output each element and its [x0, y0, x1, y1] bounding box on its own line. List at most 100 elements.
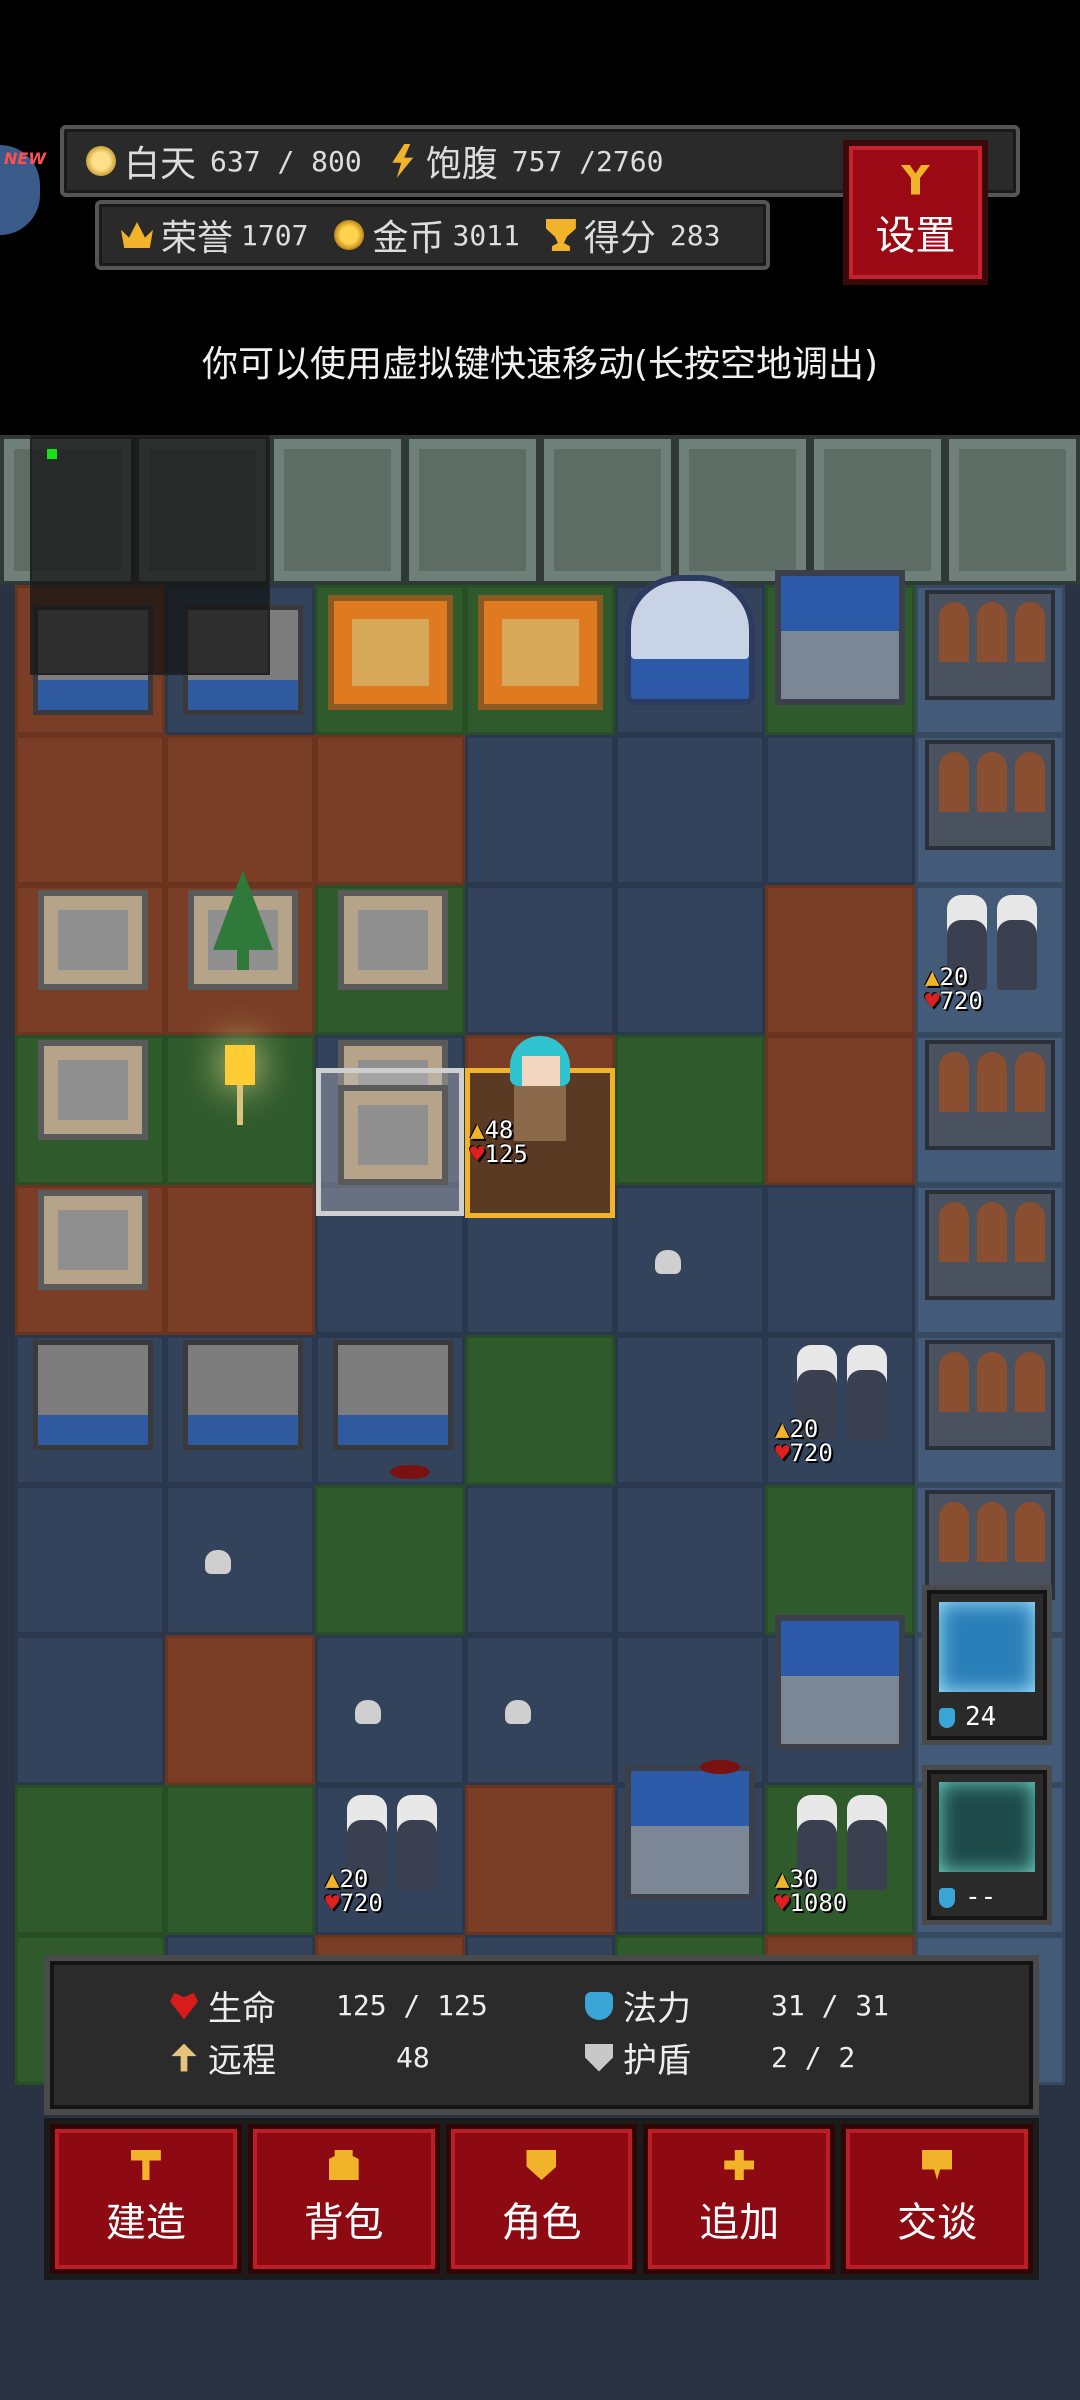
player-marker [47, 449, 57, 459]
house-building[interactable] [775, 1615, 905, 1750]
shield-icon [526, 2150, 557, 2180]
tile[interactable] [15, 1485, 165, 1635]
shield-stat: 护盾 2 / 2 [585, 2033, 855, 2082]
character-stats-panel: 生命 125 / 125 法力 31 / 31 远程 48 护盾 2 / 2 [44, 1955, 1039, 2115]
spike-trap[interactable] [925, 1340, 1055, 1450]
tile[interactable] [165, 1635, 315, 1785]
tile[interactable] [165, 735, 315, 885]
tile[interactable] [615, 1635, 765, 1785]
status-bar-bottom: 荣誉 1707 金币 3011 得分 283 [95, 200, 770, 270]
shield-icon [939, 1782, 1035, 1872]
hammer-icon [130, 2150, 161, 2180]
spike-trap[interactable] [925, 590, 1055, 700]
movement-hint: 你可以使用虚拟键快速移动(长按空地调出) [201, 344, 879, 385]
lightning-skill-slot[interactable]: 24 [922, 1585, 1052, 1745]
tile[interactable] [15, 1785, 165, 1935]
mana-value: 31 / 31 [771, 1989, 890, 2022]
talk-button[interactable]: 交谈 [841, 2124, 1033, 2274]
turnip-planter[interactable] [38, 890, 148, 990]
machine-building[interactable] [33, 1340, 153, 1450]
character-label: 角色 [501, 2200, 582, 2246]
hunger-label: 饱腹 [425, 144, 498, 185]
settings-label: 设置 [875, 212, 956, 259]
tile[interactable] [615, 735, 765, 885]
tile[interactable] [465, 735, 615, 885]
shop-building[interactable] [775, 570, 905, 705]
turnip-planter[interactable] [38, 1040, 148, 1140]
settings-button[interactable]: 设置 [843, 140, 988, 285]
tile[interactable] [315, 1635, 465, 1785]
tile[interactable] [765, 735, 915, 885]
lamp-post[interactable] [220, 1045, 260, 1135]
sprout-planter[interactable] [338, 890, 448, 990]
spike-trap[interactable] [925, 740, 1055, 850]
tile[interactable] [615, 1035, 765, 1185]
day-stat: 白天 637 / 800 [86, 135, 362, 187]
bag-icon [328, 2150, 359, 2180]
tile[interactable] [465, 885, 615, 1035]
machine-building[interactable] [333, 1340, 453, 1450]
shield-label: 护盾 [623, 2041, 691, 2081]
tile[interactable] [615, 1185, 765, 1335]
mana-stat: 法力 31 / 31 [585, 1981, 889, 2030]
tile[interactable] [465, 1335, 615, 1485]
tile[interactable] [765, 1035, 915, 1185]
tile[interactable] [465, 1785, 615, 1935]
shield-skill-slot[interactable]: -- [922, 1765, 1052, 1925]
lightning-icon [939, 1602, 1035, 1692]
spike-trap[interactable] [925, 1490, 1055, 1600]
skull-icon [655, 1250, 681, 1274]
furnace-building[interactable] [478, 595, 603, 710]
life-label: 生命 [208, 1989, 276, 2029]
sun-icon [86, 146, 116, 176]
sprout-planter[interactable] [338, 1085, 448, 1185]
tile[interactable] [765, 885, 915, 1035]
tile[interactable] [15, 735, 165, 885]
backpack-button[interactable]: 背包 [247, 2124, 440, 2274]
honor-value: 1707 [241, 218, 309, 252]
furnace-building[interactable] [328, 595, 453, 710]
shield-icon [585, 2043, 613, 2072]
tile[interactable] [165, 1485, 315, 1635]
gold-stat: 金币 3011 [334, 209, 520, 261]
tile[interactable] [765, 1185, 915, 1335]
tile[interactable] [315, 1485, 465, 1635]
house-building[interactable] [625, 1765, 755, 1900]
add-button[interactable]: 追加 [643, 2124, 836, 2274]
tile[interactable] [465, 1635, 615, 1785]
troop-stats: ▲20 ♥720 [925, 963, 983, 1015]
troop-stats: ▲30 ♥1080 [775, 1865, 848, 1917]
troop-stats: ▲20 ♥720 [775, 1415, 833, 1467]
tile[interactable] [615, 885, 765, 1035]
tile[interactable] [465, 1485, 615, 1635]
add-label: 追加 [699, 2200, 780, 2246]
tile[interactable] [15, 1635, 165, 1785]
observatory-building[interactable] [625, 575, 755, 705]
tile[interactable] [315, 735, 465, 885]
coin-icon [334, 220, 365, 250]
blood-stain [390, 1465, 430, 1479]
bottom-menu: 建造 背包 角色 追加 交谈 [44, 2118, 1039, 2280]
trophy-icon [545, 219, 576, 251]
spike-trap[interactable] [925, 1190, 1055, 1300]
chat-icon [922, 2150, 953, 2180]
well-building[interactable] [183, 1340, 303, 1450]
build-button[interactable]: 建造 [50, 2124, 242, 2274]
heart-icon [170, 1992, 198, 2020]
ranged-label: 远程 [208, 2041, 276, 2081]
new-event-badge[interactable]: NEW [0, 145, 46, 235]
tile[interactable] [765, 1485, 915, 1635]
build-label: 建造 [105, 2200, 186, 2246]
tile[interactable] [165, 1185, 315, 1335]
skull-icon [355, 1700, 381, 1724]
minimap[interactable] [30, 435, 270, 675]
tile[interactable] [615, 1335, 765, 1485]
pumpkin-planter[interactable] [38, 1190, 148, 1290]
hunger-stat: 饱腹 757 /2760 [388, 135, 663, 187]
plus-icon [724, 2150, 755, 2180]
blood-stain [700, 1760, 740, 1774]
character-button[interactable]: 角色 [445, 2124, 638, 2274]
spike-trap[interactable] [925, 1040, 1055, 1150]
tile[interactable] [165, 1785, 315, 1935]
tile[interactable] [615, 1485, 765, 1635]
